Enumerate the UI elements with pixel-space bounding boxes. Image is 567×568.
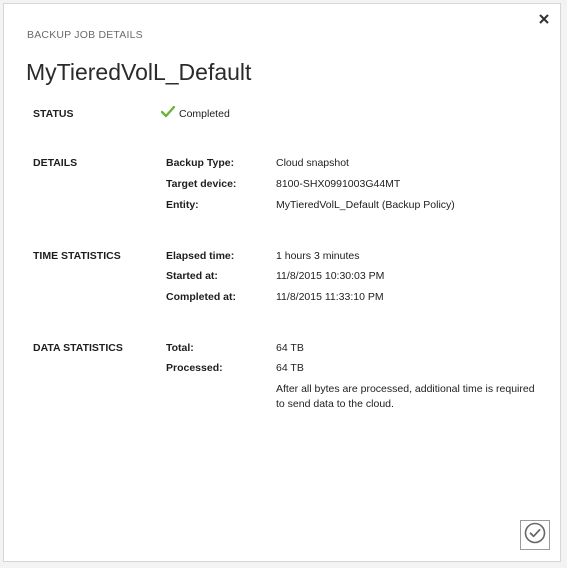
started-at-value: 11/8/2015 10:30:03 PM	[276, 270, 385, 282]
data-statistics-note: After all bytes are processed, additiona…	[276, 383, 535, 410]
total-value: 64 TB	[276, 342, 304, 354]
checkmark-icon	[160, 105, 176, 123]
status-value: Completed	[160, 105, 230, 123]
completed-at-label: Completed at:	[166, 291, 237, 303]
elapsed-time-value: 1 hours 3 minutes	[276, 250, 360, 262]
entity-label: Entity:	[166, 199, 199, 211]
processed-value: 64 TB	[276, 362, 304, 374]
backup-type-label: Backup Type:	[166, 157, 235, 169]
close-icon[interactable]	[536, 11, 552, 27]
started-at-label: Started at:	[166, 270, 218, 282]
completed-at-value: 11/8/2015 11:33:10 PM	[276, 291, 384, 303]
data-statistics-section-label: DATA STATISTICS	[33, 342, 123, 354]
dialog-caption: BACKUP JOB DETAILS	[27, 29, 143, 41]
page-title: MyTieredVolL_Default	[26, 59, 252, 85]
checkmark-circle-icon	[524, 522, 546, 549]
status-section-label: STATUS	[33, 108, 74, 120]
target-device-value: 8100-SHX0991003G44MT	[276, 178, 401, 190]
processed-label: Processed:	[166, 362, 223, 374]
total-label: Total:	[166, 342, 194, 354]
entity-value: MyTieredVolL_Default (Backup Policy)	[276, 199, 455, 211]
target-device-label: Target device:	[166, 178, 237, 190]
elapsed-time-label: Elapsed time:	[166, 250, 235, 262]
time-statistics-section-label: TIME STATISTICS	[33, 250, 121, 262]
status-text: Completed	[179, 108, 230, 120]
backup-job-details-dialog: BACKUP JOB DETAILS MyTieredVolL_Default …	[3, 3, 561, 562]
backup-type-value: Cloud snapshot	[276, 157, 349, 169]
ok-button[interactable]	[520, 520, 550, 550]
details-section-label: DETAILS	[33, 157, 78, 169]
